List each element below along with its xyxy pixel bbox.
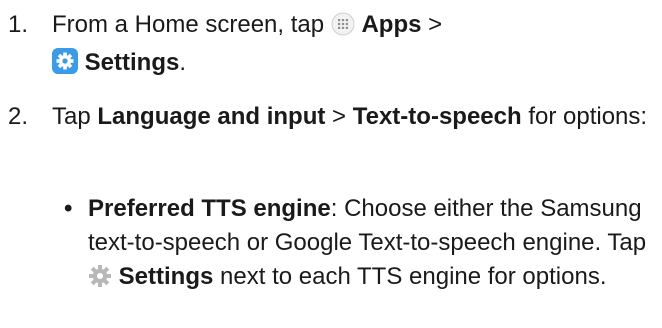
separator: > — [428, 11, 443, 38]
step-text-part: Tap — [52, 103, 91, 130]
step-text-part: From a Home screen, tap — [52, 11, 325, 38]
bullet-marker: • — [64, 195, 73, 222]
apps-label: Apps — [361, 11, 422, 38]
step-text: From a Home screen, tap Apps > Settings. — [52, 8, 652, 84]
bullet-title: Preferred TTS engine — [88, 195, 331, 222]
step-text-part: for options: — [528, 103, 648, 130]
apps-grid-icon — [331, 12, 355, 46]
separator: > — [332, 103, 347, 130]
settings-gear-icon — [52, 48, 78, 84]
settings-label: Settings — [84, 49, 180, 76]
step-number: 1. — [8, 11, 29, 38]
settings-label: Settings — [118, 263, 214, 290]
instruction-page: 1. From a Home screen, tap Apps > Settin… — [0, 0, 662, 328]
text-to-speech-label: Text-to-speech — [352, 103, 522, 130]
step-number: 2. — [8, 103, 29, 130]
step-text-end: . — [179, 49, 187, 76]
step-text: Tap Language and input > Text-to-speech … — [52, 100, 652, 134]
language-input-label: Language and input — [97, 103, 326, 130]
bullet-desc: next to each TTS engine for options. — [220, 263, 607, 290]
gear-icon — [88, 264, 112, 298]
bullet-text: Preferred TTS engine: Choose either the … — [88, 192, 654, 298]
